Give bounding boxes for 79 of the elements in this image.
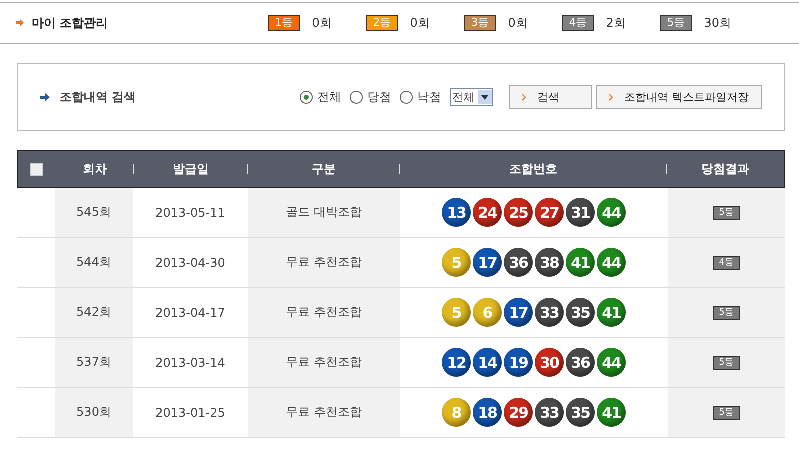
search-title: 조합내역 검색	[60, 88, 136, 106]
filter-radio[interactable]: 전체	[300, 88, 342, 106]
rank-count: 0회	[410, 14, 430, 32]
number-ball: 41	[597, 298, 626, 327]
arrow-icon	[16, 19, 24, 27]
number-ball: 35	[566, 298, 595, 327]
result-badge: 5등	[713, 306, 740, 320]
number-ball: 19	[504, 348, 533, 377]
number-ball: 5	[442, 298, 471, 327]
search-button[interactable]: 검색	[508, 85, 592, 109]
number-ball: 17	[504, 298, 533, 327]
number-ball: 30	[535, 348, 564, 377]
table-cell: 537회	[76, 354, 112, 371]
table-cell: 2013-03-14	[156, 356, 226, 370]
number-ball: 17	[473, 248, 502, 277]
table-cell: 무료 추천조합	[286, 254, 362, 271]
number-ball: 5	[442, 248, 471, 277]
result-badge: 4등	[713, 256, 740, 270]
table-cell: 545회	[76, 204, 112, 221]
result-badge: 5등	[713, 206, 740, 220]
number-ball: 36	[504, 248, 533, 277]
table-cell: 544회	[76, 254, 112, 271]
table-cell: 542회	[76, 304, 112, 321]
number-ball: 8	[442, 398, 471, 427]
arrow-icon	[40, 92, 50, 102]
round-select[interactable]: 전체	[450, 88, 492, 106]
number-ball: 38	[535, 248, 564, 277]
rank-badge: 5등	[660, 15, 692, 31]
number-ball: 24	[473, 198, 502, 227]
column-header: 당첨결과	[702, 160, 750, 178]
caret-icon	[480, 94, 488, 100]
number-ball: 29	[504, 398, 533, 427]
page-title: 마이 조합관리	[32, 14, 108, 32]
table-cell: 530회	[76, 404, 112, 421]
chevron-icon	[522, 94, 526, 101]
number-ball: 14	[473, 348, 502, 377]
rank-badge: 3등	[464, 15, 496, 31]
table-cell: 2013-01-25	[156, 406, 226, 420]
rank-count: 0회	[312, 14, 332, 32]
number-ball: 12	[442, 348, 471, 377]
table-cell: 2013-05-11	[156, 206, 226, 220]
number-ball: 25	[504, 198, 533, 227]
filter-radio[interactable]: 낙첨	[400, 88, 442, 106]
number-ball: 35	[566, 398, 595, 427]
number-ball: 18	[473, 398, 502, 427]
rank-count: 2회	[606, 14, 626, 32]
result-badge: 5등	[713, 406, 740, 420]
number-ball: 27	[535, 198, 564, 227]
number-ball: 33	[535, 298, 564, 327]
select-all-checkbox[interactable]	[30, 162, 44, 176]
rank-badge: 2등	[366, 15, 398, 31]
number-ball: 33	[535, 398, 564, 427]
number-ball: 36	[566, 348, 595, 377]
column-header: 회차	[82, 160, 107, 178]
number-ball: 41	[566, 248, 595, 277]
rank-badge: 1등	[268, 15, 300, 31]
table-cell: 골드 대박조합	[286, 204, 362, 221]
table-cell: 무료 추천조합	[286, 304, 362, 321]
rank-count: 0회	[508, 14, 528, 32]
result-badge: 5등	[713, 356, 740, 370]
number-ball: 31	[566, 198, 595, 227]
chevron-icon	[608, 94, 612, 101]
number-ball: 44	[597, 248, 626, 277]
search-button[interactable]: 조합내역 텍스트파일저장	[596, 85, 762, 109]
table-cell: 무료 추천조합	[286, 354, 362, 371]
column-header: 발급일	[173, 160, 210, 178]
number-ball: 41	[597, 398, 626, 427]
number-ball: 6	[473, 298, 502, 327]
number-ball: 44	[597, 198, 626, 227]
table-cell: 2013-04-30	[156, 256, 226, 270]
number-ball: 44	[597, 348, 626, 377]
column-header: 조합번호	[510, 160, 558, 178]
number-ball: 13	[442, 198, 471, 227]
filter-radio[interactable]: 당첨	[350, 88, 392, 106]
table-cell: 2013-04-17	[156, 306, 226, 320]
rank-badge: 4등	[562, 15, 594, 31]
column-header: 구분	[312, 160, 336, 178]
table-cell: 무료 추천조합	[286, 404, 362, 421]
rank-count: 30회	[704, 14, 732, 32]
